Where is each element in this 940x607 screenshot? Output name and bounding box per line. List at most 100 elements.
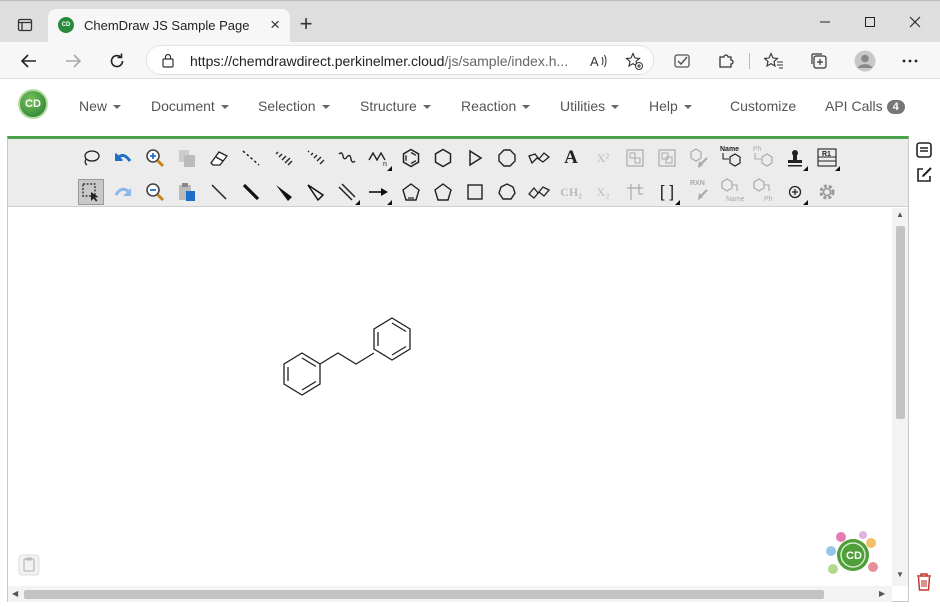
more-options-icon[interactable] [897, 48, 923, 74]
zoom-in-icon[interactable] [142, 145, 168, 171]
eraser-icon[interactable] [206, 145, 232, 171]
extensions-puzzle-icon[interactable] [713, 48, 739, 74]
menu-help[interactable]: Help [649, 98, 692, 114]
menu-utilities[interactable]: Utilities [560, 98, 620, 114]
tab-close-icon[interactable]: × [270, 15, 280, 35]
charge-tool-icon[interactable] [782, 179, 808, 205]
molecule-bibenzyl[interactable]: CD [8, 208, 892, 586]
menu-api-calls[interactable]: API Calls 4 [825, 98, 905, 114]
profile-avatar[interactable] [852, 48, 878, 74]
benzene-ring-icon[interactable] [398, 145, 424, 171]
minimize-button[interactable] [810, 10, 840, 34]
double-bond-icon[interactable] [334, 179, 360, 205]
read-aloud-icon[interactable]: A [589, 51, 609, 71]
back-button[interactable] [16, 48, 42, 74]
ungroup-icon[interactable] [654, 145, 680, 171]
clipboard-icon[interactable] [17, 553, 41, 582]
wedge-bond-icon[interactable] [270, 179, 296, 205]
redo-icon[interactable] [110, 179, 136, 205]
triangle-ring-icon[interactable] [462, 145, 488, 171]
drawing-canvas[interactable]: CD [8, 208, 892, 586]
close-window-button[interactable] [900, 10, 930, 34]
menu-reaction[interactable]: Reaction [461, 98, 531, 114]
trash-icon[interactable] [913, 571, 935, 593]
bold-bond-icon[interactable] [238, 179, 264, 205]
browser-address-bar: https://chemdrawdirect.perkinelmer.cloud… [0, 42, 940, 79]
panel-toggle-icon[interactable] [913, 139, 935, 161]
paste-icon[interactable] [174, 179, 200, 205]
undo-icon[interactable] [110, 145, 136, 171]
new-tab-button[interactable]: + [296, 12, 316, 36]
brackets-icon[interactable]: [ ] [654, 179, 680, 205]
marquee-select-icon[interactable] [78, 179, 104, 205]
wavy-bond-icon[interactable] [334, 145, 360, 171]
menu-structure[interactable]: Structure [360, 98, 431, 114]
zoom-out-icon[interactable] [142, 179, 168, 205]
vertical-scrollbar[interactable]: ▲ ▼ [892, 208, 908, 586]
subscript-label: X₂ [596, 184, 610, 199]
menu-new[interactable]: New [79, 98, 122, 114]
text-tool-icon[interactable]: A [558, 145, 584, 171]
superscript-icon[interactable]: X² [590, 145, 616, 171]
subscript-icon[interactable]: X₂ [590, 179, 616, 205]
clean-structure-icon[interactable] [686, 145, 712, 171]
scroll-up-arrow-icon[interactable]: ▲ [896, 210, 904, 219]
arrow-tool-icon[interactable] [366, 179, 392, 205]
fragment-icon[interactable] [622, 179, 648, 205]
cyclopentadiene-icon[interactable] [398, 179, 424, 205]
menu-customize[interactable]: Customize [730, 98, 796, 114]
heptagon-ring-icon[interactable] [494, 179, 520, 205]
scroll-right-arrow-icon[interactable]: ▶ [879, 589, 885, 598]
favorites-icon[interactable] [761, 48, 787, 74]
hexagon-ring-icon[interactable] [430, 145, 456, 171]
boat-cyclohexane-icon[interactable] [526, 179, 552, 205]
edit-icon[interactable] [913, 164, 935, 186]
forward-button[interactable] [60, 48, 86, 74]
url-field[interactable]: https://chemdrawdirect.perkinelmer.cloud… [146, 45, 654, 75]
menu-customize-label: Customize [730, 98, 797, 114]
browser-tab[interactable]: CD ChemDraw JS Sample Page × [48, 9, 290, 43]
refresh-button[interactable] [104, 48, 130, 74]
chair-cyclohexane-icon[interactable] [526, 145, 552, 171]
octagon-ring-icon[interactable] [494, 145, 520, 171]
maximize-button[interactable] [855, 10, 885, 34]
horizontal-scroll-thumb[interactable] [24, 590, 824, 599]
lock-icon[interactable] [161, 53, 175, 73]
pentagon-ring-icon[interactable] [430, 179, 456, 205]
group-icon[interactable] [622, 145, 648, 171]
hollow-wedge-bond-icon[interactable] [302, 179, 328, 205]
settings-gear-icon[interactable] [814, 179, 840, 205]
ph-label: Ph [764, 196, 773, 203]
single-bond-icon[interactable] [206, 179, 232, 205]
name-to-structure-icon[interactable]: Name [718, 143, 744, 169]
dashed-bond-icon[interactable] [238, 145, 264, 171]
square-ring-icon[interactable] [462, 179, 488, 205]
copy-icon[interactable] [174, 145, 200, 171]
contract-label-icon[interactable]: Ph [750, 177, 776, 203]
ch2-label: CH₂ [560, 184, 582, 199]
r1-label: R1 [822, 151, 831, 158]
collections-icon[interactable] [806, 48, 832, 74]
text-tool-label: A [564, 147, 578, 168]
add-favorite-icon[interactable] [624, 51, 644, 71]
ch2-tool-icon[interactable]: CH₂ [558, 179, 584, 205]
chain-tool-icon[interactable]: n [366, 145, 392, 171]
chevron-down-icon [683, 105, 692, 109]
horizontal-scrollbar[interactable]: ◀ ▶ [8, 586, 892, 602]
menu-selection-label: Selection [258, 98, 316, 114]
tab-actions-icon[interactable] [10, 10, 40, 40]
scroll-down-arrow-icon[interactable]: ▼ [896, 570, 904, 579]
hashed-bond-icon[interactable] [270, 145, 296, 171]
lasso-tool-icon[interactable] [78, 145, 104, 171]
menu-selection[interactable]: Selection [258, 98, 330, 114]
expand-label-icon[interactable]: Ph [750, 143, 776, 169]
hashed-wedge-bond-icon[interactable] [302, 145, 328, 171]
extension-check-icon[interactable] [669, 48, 695, 74]
stamp-tool-icon[interactable] [782, 145, 808, 171]
r-group-table-icon[interactable]: R1 [814, 145, 840, 171]
scroll-left-arrow-icon[interactable]: ◀ [12, 589, 18, 598]
menu-document[interactable]: Document [151, 98, 229, 114]
reaction-clean-icon[interactable]: RXN [686, 177, 712, 203]
vertical-scroll-thumb[interactable] [896, 226, 905, 419]
structure-to-name-icon[interactable]: Name [718, 177, 744, 203]
